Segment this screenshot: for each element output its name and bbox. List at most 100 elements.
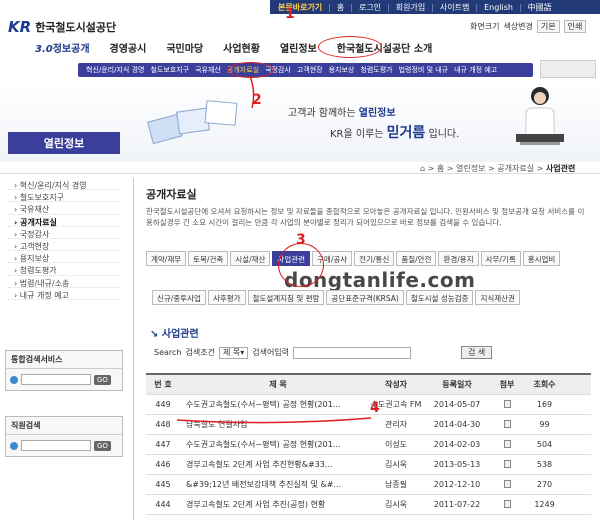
top-link-2[interactable]: 로그인 xyxy=(359,2,381,13)
row-date: 2012-12-10 xyxy=(433,480,481,489)
search-label: Search xyxy=(154,348,182,357)
sidebar-item-1[interactable]: › 철도보호지구 xyxy=(8,190,120,203)
sub-nav-item-5[interactable]: 고객현장 xyxy=(297,65,323,75)
sub-nav-item-1[interactable]: 철도보호지구 xyxy=(150,65,189,75)
row-date: 2013-05-13 xyxy=(433,460,481,469)
table-row: 444 경부고속철도 2단계 사업 추진(공정) 현황 김시욱 2011-07-22 1… xyxy=(146,495,591,515)
tab-1[interactable]: 토목/건축 xyxy=(188,251,229,266)
quicklink-1[interactable]: 색상변경 xyxy=(503,21,532,32)
column-header: 작성자 xyxy=(384,380,408,389)
kr-logo-mark: KR xyxy=(8,18,32,36)
subtab-4[interactable]: 철도시설 성능검증 xyxy=(405,290,474,305)
sub-nav-item-9[interactable]: 내규 개정 예고 xyxy=(454,65,497,75)
unified-search-go-button[interactable]: GO xyxy=(94,374,111,385)
row-attachment[interactable] xyxy=(492,419,522,430)
column-header: 등록일자 xyxy=(442,380,472,389)
attachment-icon[interactable] xyxy=(503,499,511,508)
sidebar-item-label: 공개자료실 xyxy=(20,217,57,227)
top-link-4[interactable]: 사이트맵 xyxy=(440,2,469,13)
row-date: 2014-04-30 xyxy=(433,420,481,429)
subtab-3[interactable]: 공단표준규격(KRSA) xyxy=(326,290,404,305)
sub-nav-item-6[interactable]: 용지보상 xyxy=(329,65,355,75)
row-number: 445 xyxy=(155,480,171,489)
attachment-icon[interactable] xyxy=(503,399,511,408)
row-author: 김시욱 xyxy=(384,500,408,509)
sub-nav-item-2[interactable]: 국유재산 xyxy=(195,65,221,75)
subtab-1[interactable]: 사후평가 xyxy=(207,290,246,305)
sidebar-item-9[interactable]: › 내규 개정 예고 xyxy=(8,288,120,300)
staff-search-input[interactable] xyxy=(21,440,91,451)
sidebar-item-label: 국정감사 xyxy=(19,229,50,239)
sidebar-item-label: 국유재산 xyxy=(19,205,50,215)
attachment-icon[interactable] xyxy=(503,419,511,428)
row-title-link[interactable]: 수도권고속철도(수서~평택) 공정 현황(201... xyxy=(180,439,370,450)
top-link-1[interactable]: 홈 xyxy=(337,2,344,13)
row-views: 1249 xyxy=(534,500,555,509)
site-logo[interactable]: KR 한국철도시설공단 xyxy=(8,18,116,36)
tab-9[interactable]: 홍시업비 xyxy=(522,251,561,266)
table-row: 447 수도권고속철도(수서~평택) 공정 현황(201... 이성도 2014-02… xyxy=(146,435,591,455)
person-at-laptop-illustration xyxy=(516,87,564,145)
main-nav-item-0[interactable]: 3.0정보공개 xyxy=(25,40,100,55)
row-author: 관리자 xyxy=(384,420,408,429)
sidebar-item-3[interactable]: › 공개자료실 xyxy=(8,215,120,227)
row-views: 270 xyxy=(536,480,553,489)
sub-nav-item-0[interactable]: 혁신/윤리/지식 경영 xyxy=(86,65,144,75)
tab-8[interactable]: 사무/기록 xyxy=(480,251,521,266)
unified-search-input[interactable] xyxy=(21,374,91,385)
quicklink-2[interactable]: 기본 xyxy=(536,20,560,33)
row-attachment[interactable] xyxy=(492,399,522,410)
divider: | xyxy=(431,2,434,12)
sub-nav-item-8[interactable]: 법령정비 및 내규 xyxy=(399,65,449,75)
subtab-0[interactable]: 신규/중투사업 xyxy=(152,290,206,305)
row-attachment[interactable] xyxy=(492,459,522,470)
sidebar-item-5[interactable]: › 고객현장 xyxy=(8,239,120,252)
breadcrumb-item[interactable]: 공개자료실 xyxy=(497,164,534,173)
row-title-link[interactable]: 경부고속철도 2단계 사업 추진현황&#33... xyxy=(180,459,370,470)
sidebar-item-8[interactable]: › 법령/내규/소송 xyxy=(8,276,120,288)
row-author: 김시욱 xyxy=(384,460,408,469)
quicklink-3[interactable]: 인쇄 xyxy=(563,20,587,33)
search-condition-select[interactable]: 제 목 ▾ xyxy=(218,346,249,359)
search-icon xyxy=(10,375,18,384)
tab-6[interactable]: 품질/안전 xyxy=(396,251,437,266)
sub-nav-item-7[interactable]: 청렴도평가 xyxy=(360,65,392,75)
breadcrumb-item[interactable]: 홈 xyxy=(437,164,444,173)
sidebar-item-4[interactable]: › 국정감사 xyxy=(8,227,120,239)
tab-2[interactable]: 시설/재산 xyxy=(230,251,271,266)
sub-category-tabs: 신규/중투사업 사후평가 철도설계지침 및 편람 공단표준규격(KRSA) 철도시설 성… xyxy=(152,290,520,305)
row-title-link[interactable]: 경부고속철도 2단계 사업 추진(공정) 현황 xyxy=(180,499,370,510)
top-link-6[interactable]: 中國語 xyxy=(528,2,552,13)
search-button[interactable]: 검 색 xyxy=(461,346,493,359)
main-nav-item-3[interactable]: 사업현황 xyxy=(213,40,270,55)
row-attachment[interactable] xyxy=(492,499,522,510)
subtab-2[interactable]: 철도설계지침 및 편람 xyxy=(247,290,325,305)
breadcrumb-item[interactable]: 열린정보 xyxy=(456,164,485,173)
row-title-link[interactable]: &#39;12년 배전보강대책 추진실적 및 &#... xyxy=(180,479,370,490)
quicklink-0[interactable]: 화면크기 xyxy=(470,21,499,32)
main-nav-item-2[interactable]: 국민마당 xyxy=(156,40,213,55)
column-header: 조회수 xyxy=(533,380,556,389)
attachment-icon[interactable] xyxy=(503,479,511,488)
top-link-3[interactable]: 회원가입 xyxy=(396,2,425,13)
row-attachment[interactable] xyxy=(492,479,522,490)
keyword-input[interactable] xyxy=(293,346,412,359)
attachment-icon[interactable] xyxy=(503,459,511,468)
table-row: 445 &#39;12년 배전보강대책 추진실적 및 &#... 남종필 2012-1… xyxy=(146,475,591,495)
sidebar-item-0[interactable]: › 혁신/윤리/지식 경영 xyxy=(8,178,120,191)
tab-5[interactable]: 전기/통신 xyxy=(354,251,395,266)
row-attachment[interactable] xyxy=(492,439,522,450)
main-nav-item-1[interactable]: 경영공시 xyxy=(100,40,157,55)
top-link-5[interactable]: English xyxy=(484,3,513,12)
sidebar-item-6[interactable]: › 용지보상 xyxy=(8,251,120,264)
staff-search-go-button[interactable]: GO xyxy=(94,440,111,451)
attachment-icon[interactable] xyxy=(503,439,511,448)
subtab-5[interactable]: 지식재산권 xyxy=(475,290,520,305)
sidebar-item-2[interactable]: › 국유재산 xyxy=(8,202,120,215)
tab-7[interactable]: 환경/용지 xyxy=(438,251,479,266)
sidebar-item-7[interactable]: › 청렴도평가 xyxy=(8,263,120,276)
row-number: 444 xyxy=(155,500,171,509)
tab-0[interactable]: 계약/재무 xyxy=(146,251,187,266)
side-slot xyxy=(540,60,596,78)
home-icon[interactable]: ⌂ xyxy=(420,164,425,173)
